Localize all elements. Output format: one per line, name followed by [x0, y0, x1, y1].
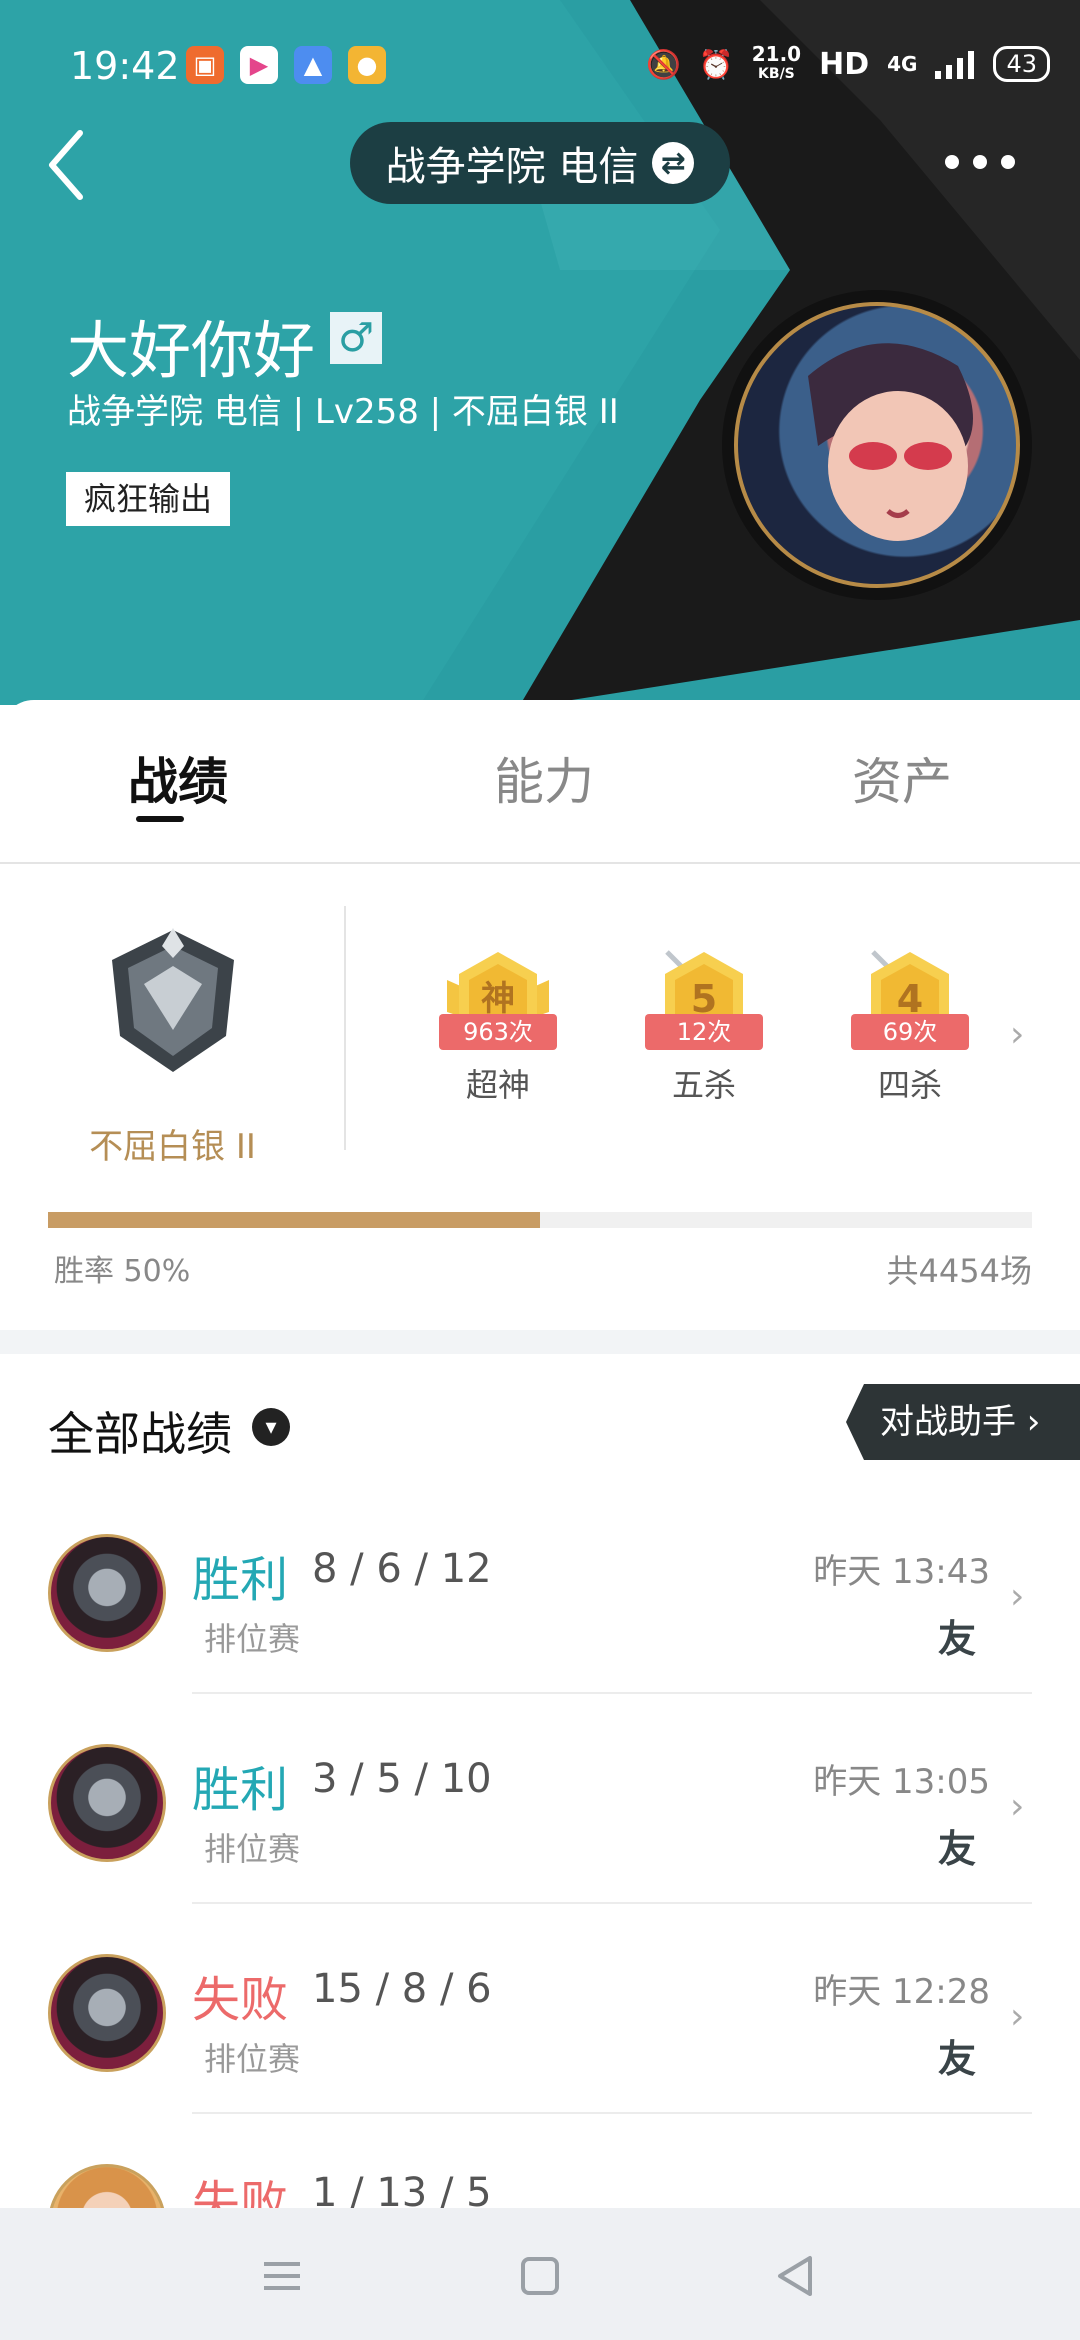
match-mode: 排位赛 [204, 1830, 301, 1868]
tab-bar: 战绩 能力 资产 [0, 700, 1080, 864]
honor-symbol: 神 [481, 979, 515, 1019]
swap-icon: ⇄ [652, 142, 695, 184]
network-type: 4G [887, 52, 918, 76]
network-speed: 21.0 KB/S [752, 44, 801, 84]
match-kda: 1 / 13 / 5 [312, 2170, 492, 2208]
honor-count: 12次 [645, 1014, 763, 1050]
net-speed-value: 21.0 [751, 42, 802, 66]
hero-avatar [48, 1534, 166, 1652]
system-status-icons: 🔕 ⏰ 21.0 KB/S HD 4G 43 [646, 44, 1050, 84]
app-notification-icon: ▣ [186, 46, 224, 84]
tab-records[interactable]: 战绩 [128, 742, 228, 814]
honor-legendary[interactable]: 神 963次 超神 [428, 948, 568, 1106]
chevron-right-icon[interactable]: › [1010, 1014, 1024, 1055]
match-row[interactable]: 失败 15 / 8 / 6 排位赛 昨天 12:28 友 › [0, 1904, 1080, 2114]
match-result: 失败 [192, 1972, 289, 2028]
honor-count: 963次 [439, 1014, 557, 1050]
honor-penta-kill[interactable]: 5 12次 五杀 [634, 948, 774, 1106]
home-icon[interactable] [510, 2246, 570, 2306]
server-name: 战争学院 电信 [385, 144, 639, 190]
honor-label: 超神 [465, 1066, 530, 1104]
match-row[interactable]: 失败 1 / 13 / 5 [0, 2114, 1080, 2208]
status-time: 19:42 [70, 44, 180, 88]
rank-section: 不屈白银 II 神 963次 超神 5 12次 五杀 4 69次 四杀 › 胜率… [0, 864, 1080, 1330]
match-kda: 8 / 6 / 12 [312, 1546, 492, 1592]
battery-icon: 43 [993, 46, 1050, 82]
mute-vibrate-icon: 🔕 [645, 47, 681, 81]
active-tab-indicator [136, 816, 184, 822]
male-gender-icon: ♂ [330, 312, 382, 364]
video-app-icon: ▶ [240, 46, 278, 84]
player-name: 大好你好 [67, 314, 316, 387]
win-rate-fill [48, 1212, 540, 1228]
match-filter-title[interactable]: 全部战绩 [48, 1398, 232, 1464]
tab-assets[interactable]: 资产 [852, 742, 952, 814]
match-row[interactable]: 胜利 8 / 6 / 12 排位赛 昨天 13:43 友 › [0, 1484, 1080, 1694]
divider [344, 906, 346, 1150]
rank-name: 不屈白银 II [89, 1127, 256, 1167]
chevron-right-icon: › [1010, 1786, 1025, 1827]
avatar-illustration [808, 343, 973, 541]
player-tag: 疯狂输出 [66, 472, 231, 526]
match-result: 胜利 [192, 1552, 289, 1608]
match-result: 失败 [192, 2176, 289, 2208]
player-avatar[interactable] [734, 302, 1020, 588]
match-mode: 排位赛 [204, 2040, 301, 2078]
net-speed-unit: KB/S [758, 66, 795, 82]
battle-assistant-button[interactable]: 对战助手 › [846, 1384, 1080, 1460]
match-kda: 15 / 8 / 6 [312, 1966, 492, 2012]
win-rate-label: 胜率 50% [54, 1254, 191, 1289]
profile-header: 19:42 ▣ ▶ ▲ ● 🔕 ⏰ 21.0 KB/S HD 4G 43 战争学… [0, 0, 1080, 705]
match-time: 昨天 13:05 [813, 1762, 990, 1802]
chevron-down-icon[interactable]: ▾ [252, 1408, 290, 1446]
alarm-icon: ⏰ [698, 47, 734, 81]
more-options-icon[interactable] [945, 140, 1015, 184]
chevron-right-icon: › [1010, 1576, 1025, 1617]
honor-quadra-kill[interactable]: 4 69次 四杀 [840, 948, 980, 1106]
tab-ability[interactable]: 能力 [494, 742, 594, 814]
total-games: 共4454场 [886, 1252, 1032, 1290]
player-meta: 战争学院 电信 | Lv258 | 不屈白银 II [67, 392, 619, 432]
win-rate-bar [48, 1212, 1032, 1228]
friend-badge-icon: 友 [938, 1827, 977, 1871]
signal-icon [935, 51, 975, 79]
match-result: 胜利 [192, 1762, 289, 1818]
match-time: 昨天 13:43 [813, 1552, 990, 1592]
silver-rank-badge-icon[interactable] [104, 926, 242, 1076]
menu-icon[interactable] [252, 2246, 312, 2306]
notification-icons: ▣ ▶ ▲ ● [186, 46, 386, 84]
game-app-icon: ● [348, 46, 386, 84]
match-kda: 3 / 5 / 10 [312, 1756, 492, 1802]
system-navigation-bar [0, 2208, 1080, 2340]
section-separator [0, 1330, 1080, 1354]
honor-count: 69次 [851, 1014, 969, 1050]
hd-icon: HD [819, 46, 870, 82]
hero-avatar [48, 2164, 166, 2208]
back-triangle-icon[interactable] [766, 2246, 826, 2306]
mountain-app-icon: ▲ [294, 46, 332, 84]
status-bar: 19:42 ▣ ▶ ▲ ● 🔕 ⏰ 21.0 KB/S HD 4G 43 [0, 0, 1080, 130]
honor-label: 四杀 [877, 1066, 942, 1104]
match-mode: 排位赛 [204, 1620, 301, 1658]
match-time: 昨天 12:28 [813, 1972, 990, 2012]
honor-label: 五杀 [671, 1066, 736, 1104]
friend-badge-icon: 友 [938, 1617, 977, 1661]
hero-avatar [48, 1744, 166, 1862]
chevron-right-icon: › [1010, 1996, 1025, 2037]
friend-badge-icon: 友 [938, 2037, 977, 2081]
hero-avatar [48, 1954, 166, 2072]
back-arrow-icon[interactable] [42, 125, 92, 205]
match-list-header: 全部战绩 ▾ 对战助手 › [0, 1354, 1080, 1484]
match-row[interactable]: 胜利 3 / 5 / 10 排位赛 昨天 13:05 友 › [0, 1694, 1080, 1904]
server-switch-button[interactable]: 战争学院 电信 ⇄ [350, 122, 730, 204]
